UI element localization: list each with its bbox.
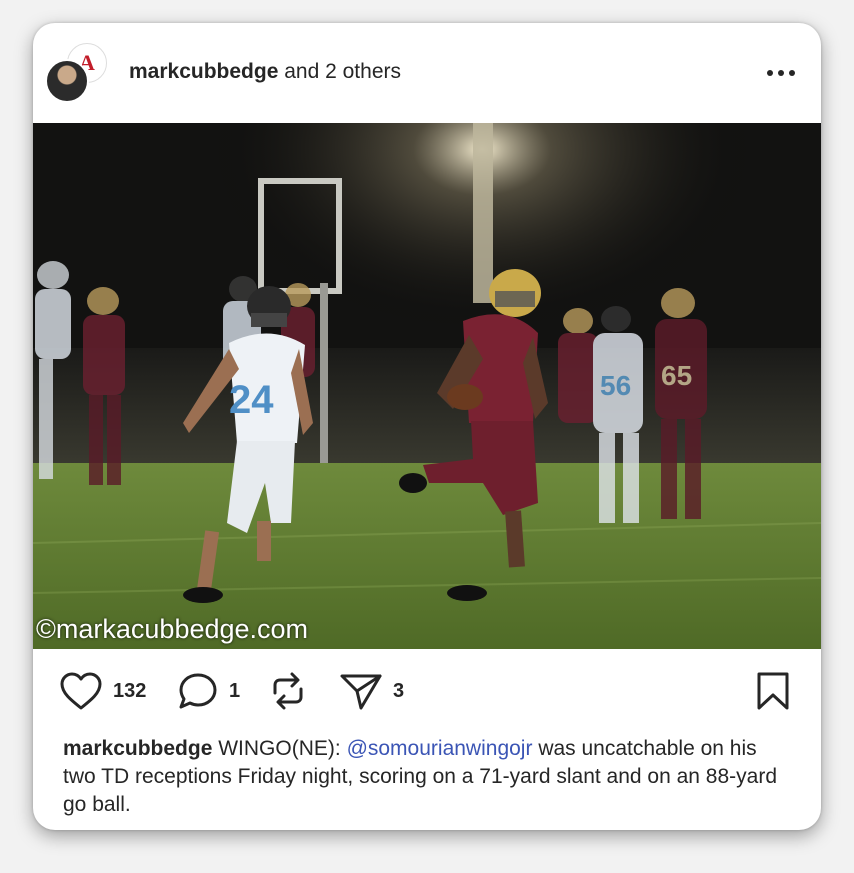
like-button[interactable]: 132 (59, 671, 146, 711)
svg-text:24: 24 (229, 378, 274, 422)
svg-text:65: 65 (661, 360, 692, 391)
comment-count: 1 (229, 679, 241, 702)
like-count: 132 (113, 679, 147, 702)
coauthors-text[interactable]: and 2 others (284, 60, 401, 83)
post-photo[interactable]: 56 65 24 ©markacubbedge.com (33, 123, 821, 649)
author-avatars[interactable]: A (45, 43, 107, 103)
share-button[interactable]: 3 (339, 671, 404, 711)
photo-watermark: ©markacubbedge.com (36, 614, 309, 644)
comment-button[interactable]: 1 (177, 671, 240, 711)
share-count: 3 (393, 679, 405, 702)
action-bar: 132 1 3 (33, 649, 821, 735)
author-line[interactable]: markcubbedge and 2 others (129, 60, 401, 84)
caption-text-before: WINGO(NE): (218, 737, 341, 760)
caption-author[interactable]: markcubbedge (63, 737, 212, 760)
post-header: A markcubbedge and 2 others (33, 23, 821, 123)
comment-icon (179, 673, 217, 709)
post-card: A markcubbedge and 2 others 56 65 24 ©ma… (33, 23, 821, 830)
more-horizontal-icon[interactable] (765, 63, 797, 83)
svg-text:56: 56 (600, 370, 631, 401)
repost-icon (273, 672, 303, 710)
repost-button[interactable] (269, 671, 307, 711)
post-caption: markcubbedge WINGO(NE): @somourianwingoj… (63, 735, 793, 819)
caption-mention[interactable]: @somourianwingojr (347, 737, 533, 760)
author-username[interactable]: markcubbedge (129, 60, 278, 83)
bookmark-icon (757, 672, 789, 710)
football-photo: 56 65 24 (33, 123, 821, 649)
author-avatar[interactable] (45, 59, 89, 103)
save-button[interactable] (755, 671, 791, 711)
send-icon (340, 674, 382, 710)
heart-icon (60, 672, 102, 710)
